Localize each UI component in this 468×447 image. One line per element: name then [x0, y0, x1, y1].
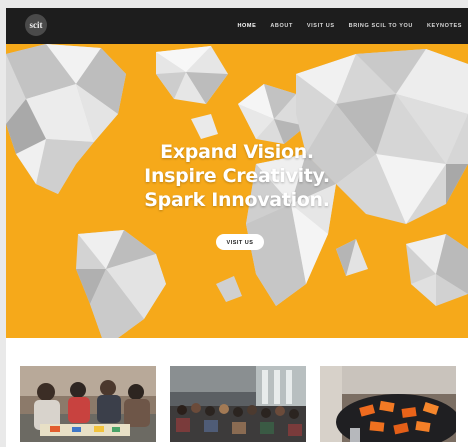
- nav-keynotes[interactable]: KEYNOTES: [427, 23, 462, 29]
- hero-banner: Expand Vision. Inspire Creativity. Spark…: [6, 44, 468, 338]
- classroom-activity-photo: [20, 366, 156, 442]
- nav-links: HOME ABOUT VISIT US BRING SCIL TO YOU KE…: [237, 8, 462, 44]
- card-auditorium-photo[interactable]: [170, 366, 306, 442]
- nav-about[interactable]: ABOUT: [270, 23, 293, 29]
- feature-cards: [6, 338, 468, 447]
- hero-line-2: Inspire Creativity.: [144, 165, 330, 187]
- hero-line-1: Expand Vision.: [160, 141, 314, 163]
- orange-tiles-table-photo: [320, 366, 456, 442]
- hero-headline: Expand Vision. Inspire Creativity. Spark…: [6, 140, 468, 212]
- card-classroom-photo[interactable]: [20, 366, 156, 442]
- nav-visit-us[interactable]: VISIT US: [307, 23, 335, 29]
- page: scit HOME ABOUT VISIT US BRING SCIL TO Y…: [6, 8, 468, 447]
- top-navigation: scit HOME ABOUT VISIT US BRING SCIL TO Y…: [6, 8, 468, 44]
- hero-line-3: Spark Innovation.: [144, 189, 330, 211]
- card-tiles-photo[interactable]: [320, 366, 456, 442]
- nav-home[interactable]: HOME: [237, 23, 256, 29]
- visit-us-button[interactable]: VISIT US: [216, 234, 264, 250]
- auditorium-audience-photo: [170, 366, 306, 442]
- nav-bring-scil-to-you[interactable]: BRING SCIL TO YOU: [349, 23, 413, 29]
- logo[interactable]: scit: [25, 14, 47, 36]
